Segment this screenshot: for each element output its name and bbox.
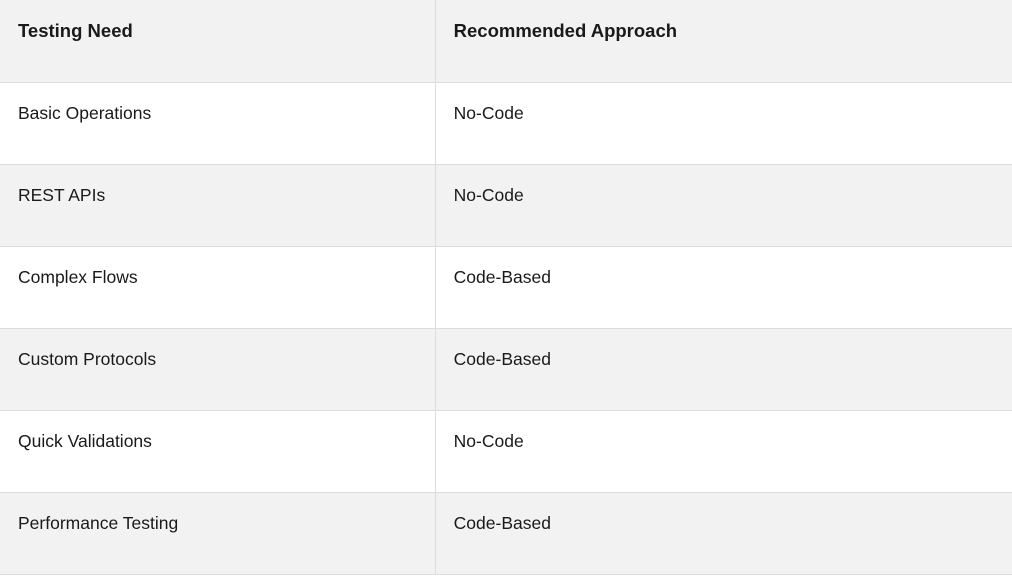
header-recommended-approach: Recommended Approach [435,0,1012,82]
cell-recommended-approach: No-Code [435,410,1012,492]
cell-testing-need: Performance Testing [0,492,435,574]
cell-recommended-approach: No-Code [435,164,1012,246]
table-row: REST APIs No-Code [0,164,1012,246]
table-header-row: Testing Need Recommended Approach [0,0,1012,82]
cell-testing-need: Complex Flows [0,246,435,328]
header-testing-need: Testing Need [0,0,435,82]
cell-testing-need: Basic Operations [0,82,435,164]
cell-testing-need: Quick Validations [0,410,435,492]
table-row: Basic Operations No-Code [0,82,1012,164]
table-row: Performance Testing Code-Based [0,492,1012,574]
cell-recommended-approach: Code-Based [435,328,1012,410]
testing-approach-table: Testing Need Recommended Approach Basic … [0,0,1012,575]
cell-testing-need: Custom Protocols [0,328,435,410]
table-row: Complex Flows Code-Based [0,246,1012,328]
table-row: Quick Validations No-Code [0,410,1012,492]
cell-recommended-approach: Code-Based [435,492,1012,574]
table-row: Custom Protocols Code-Based [0,328,1012,410]
cell-recommended-approach: No-Code [435,82,1012,164]
cell-testing-need: REST APIs [0,164,435,246]
cell-recommended-approach: Code-Based [435,246,1012,328]
